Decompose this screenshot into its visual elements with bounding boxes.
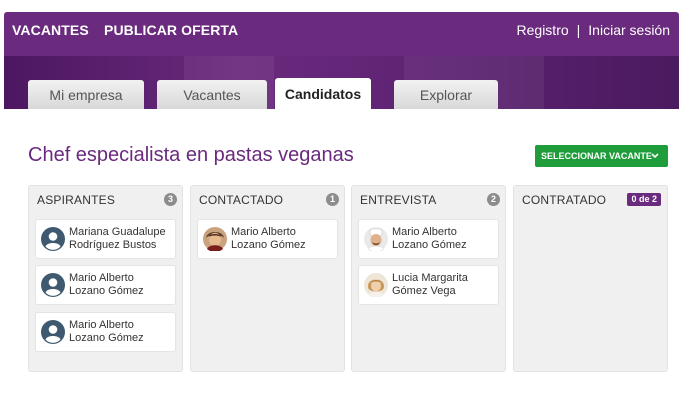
candidate-last-name: Lozano Gómez xyxy=(231,239,306,251)
candidate-card[interactable]: Lucia Margarita Gómez Vega xyxy=(358,265,499,305)
candidate-card[interactable]: Mario Alberto Lozano Gómez xyxy=(35,312,176,352)
count-badge: 3 xyxy=(164,193,177,206)
candidate-name: Mario Alberto Lozano Gómez xyxy=(69,319,144,345)
nav-vacantes-link[interactable]: VACANTES xyxy=(12,22,89,38)
page-title: Chef especialista en pastas veganas xyxy=(28,144,354,166)
candidate-card[interactable]: Mario Alberto Lozano Gómez xyxy=(358,219,499,259)
candidate-first-name: Mario Alberto xyxy=(392,226,457,238)
candidate-card[interactable]: Mario Alberto Lozano Gómez xyxy=(35,265,176,305)
candidate-card[interactable]: Mario Alberto Lozano Gómez xyxy=(197,219,338,259)
auth-links: Registro | Iniciar sesión xyxy=(517,22,670,38)
user-placeholder-icon xyxy=(41,273,65,297)
candidate-last-name: Lozano Gómez xyxy=(392,239,467,251)
seleccionar-vacante-button[interactable]: SELECCIONAR VACANTE xyxy=(535,145,668,167)
tab-explorar[interactable]: Explorar xyxy=(394,80,498,109)
candidate-first-name: Mario Alberto xyxy=(69,272,134,284)
candidate-first-name: Lucia Margarita xyxy=(392,272,468,284)
count-badge: 2 xyxy=(487,193,500,206)
header-banner: Mi empresa Vacantes Candidatos Explorar xyxy=(4,56,679,109)
column-contactado: CONTACTADO 1 Mario Alberto Lozano Gómez xyxy=(190,185,345,372)
tab-mi-empresa[interactable]: Mi empresa xyxy=(28,80,144,109)
candidate-last-name: Gómez Vega xyxy=(392,285,456,297)
candidate-name: Mariana Guadalupe Rodríguez Bustos xyxy=(69,226,166,252)
candidate-last-name: Lozano Gómez xyxy=(69,332,144,344)
user-photo-avatar xyxy=(364,227,388,251)
tab-candidatos[interactable]: Candidatos xyxy=(275,78,371,109)
candidate-first-name: Mario Alberto xyxy=(231,226,296,238)
candidate-last-name: Lozano Gómez xyxy=(69,285,144,297)
user-placeholder-icon xyxy=(41,227,65,251)
column-contratado: CONTRATADO 0 de 2 xyxy=(513,185,668,372)
candidate-first-name: Mariana Guadalupe xyxy=(69,226,166,238)
user-photo-avatar xyxy=(364,273,388,297)
count-badge: 1 xyxy=(326,193,339,206)
candidate-last-name: Rodríguez Bustos xyxy=(69,239,157,251)
candidate-first-name: Mario Alberto xyxy=(69,319,134,331)
column-title: CONTRATADO xyxy=(522,193,607,207)
candidate-card[interactable]: Mariana Guadalupe Rodríguez Bustos xyxy=(35,219,176,259)
registro-link[interactable]: Registro xyxy=(517,22,569,38)
column-entrevista: ENTREVISTA 2 Mario Alberto Lozano Gómez … xyxy=(351,185,506,372)
tab-vacantes[interactable]: Vacantes xyxy=(157,80,267,109)
candidate-name: Lucia Margarita Gómez Vega xyxy=(392,272,468,298)
column-aspirantes: ASPIRANTES 3 Mariana Guadalupe Rodríguez… xyxy=(28,185,183,372)
column-title: ASPIRANTES xyxy=(37,193,116,207)
column-title: ENTREVISTA xyxy=(360,193,437,207)
candidate-name: Mario Alberto Lozano Gómez xyxy=(392,226,467,252)
hired-count-badge: 0 de 2 xyxy=(627,193,661,206)
chevron-down-icon xyxy=(651,145,659,175)
seleccionar-vacante-label: SELECCIONAR VACANTE xyxy=(541,151,652,161)
user-placeholder-icon xyxy=(41,320,65,344)
top-nav-bar: VACANTES PUBLICAR OFERTA Registro | Inicia… xyxy=(4,12,679,56)
auth-separator: | xyxy=(576,22,581,38)
user-photo-avatar xyxy=(203,227,227,251)
candidate-name: Mario Alberto Lozano Gómez xyxy=(231,226,306,252)
column-title: CONTACTADO xyxy=(199,193,284,207)
nav-publicar-oferta-link[interactable]: PUBLICAR OFERTA xyxy=(104,22,238,38)
candidate-name: Mario Alberto Lozano Gómez xyxy=(69,272,144,298)
iniciar-sesion-link[interactable]: Iniciar sesión xyxy=(588,22,670,38)
